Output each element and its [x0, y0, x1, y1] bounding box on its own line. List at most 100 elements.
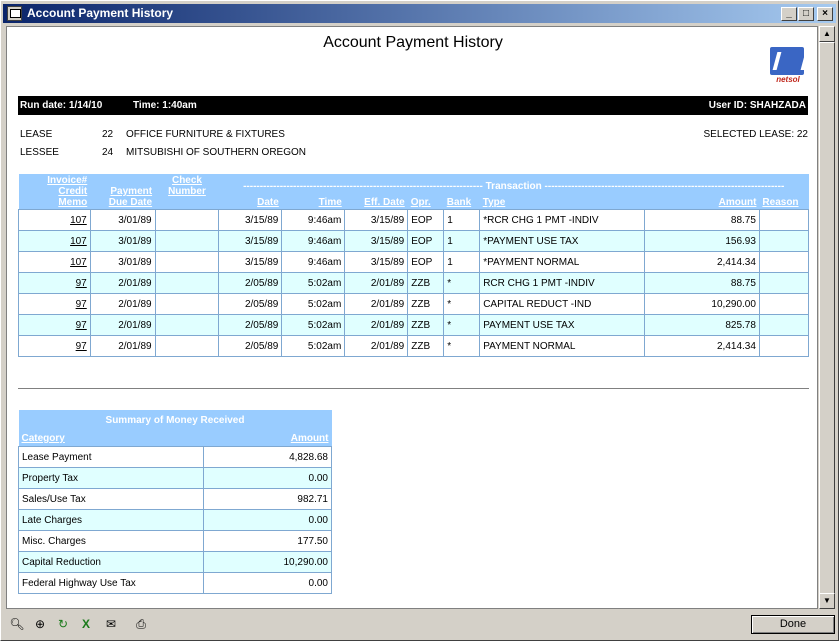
cell-opr: ZZB: [407, 293, 445, 315]
cell-type: PAYMENT NORMAL: [479, 335, 646, 357]
summary-category: Capital Reduction: [17, 551, 205, 573]
report-content: Account Payment History netsol Run date:…: [6, 26, 818, 609]
cell-date: 3/15/89: [218, 209, 283, 231]
print-icon[interactable]: ⎙: [131, 614, 151, 634]
col-invoice: Invoice# Credit Memo: [18, 174, 91, 210]
table-row: 107 3/01/89 3/15/89 9:46am 3/15/89 EOP 1 *PAYME…: [18, 251, 810, 273]
selected-lease: SELECTED LEASE: 22: [703, 129, 809, 140]
app-icon: [7, 6, 22, 21]
cell-opr: EOP: [407, 251, 445, 273]
cell-eff: 3/15/89: [344, 230, 409, 252]
cell-type: *PAYMENT NORMAL: [479, 251, 646, 273]
summary-category: Misc. Charges: [17, 530, 205, 552]
cell-time: 9:46am: [281, 230, 346, 252]
table-row: 97 2/01/89 2/05/89 5:02am 2/01/89 ZZB * CAPITAL…: [18, 293, 810, 315]
summary-title: Summary of Money Received: [18, 410, 332, 431]
cell-type: PAYMENT USE TAX: [479, 314, 646, 336]
summary-amount: 982.71: [203, 488, 332, 510]
run-date: Run date: 1/14/10: [20, 100, 103, 111]
col-date: Date: [218, 192, 282, 210]
summary-row: Lease Payment 4,828.68: [17, 446, 332, 468]
summary-category: Late Charges: [17, 509, 205, 531]
invoice-link[interactable]: 107: [18, 251, 91, 273]
cell-reason: [758, 293, 810, 315]
cell-opr: ZZB: [407, 314, 445, 336]
run-info-bar: Run date: 1/14/10 Time: 1:40am User ID: …: [18, 96, 808, 115]
col-opr: Opr.: [407, 192, 444, 210]
cell-bank: 1: [443, 209, 481, 231]
summary-amount: 177.50: [203, 530, 332, 552]
cell-bank: *: [443, 272, 481, 294]
excel-icon[interactable]: X: [76, 614, 96, 634]
summary-col-category: Category: [18, 431, 204, 447]
scroll-thumb[interactable]: [819, 42, 835, 598]
cell-check: [154, 209, 220, 231]
cell-amount: 156.93: [644, 230, 760, 252]
refresh-icon[interactable]: ↻: [53, 614, 73, 634]
summary-amount: 4,828.68: [203, 446, 332, 468]
col-reason: Reason: [759, 192, 809, 210]
invoice-link[interactable]: 107: [18, 230, 91, 252]
table-row: 97 2/01/89 2/05/89 5:02am 2/01/89 ZZB * RCR CHG…: [18, 272, 810, 294]
col-bank: Bank: [443, 192, 480, 210]
summary-category: Property Tax: [17, 467, 205, 489]
col-type: Type: [479, 192, 645, 210]
invoice-link[interactable]: 97: [18, 314, 91, 336]
invoice-link[interactable]: 97: [18, 293, 91, 315]
zoom-in-icon[interactable]: ⊕: [30, 614, 50, 634]
summary-row: Late Charges 0.00: [17, 509, 332, 531]
cell-reason: [758, 230, 810, 252]
close-button[interactable]: ×: [817, 7, 833, 21]
cell-date: 2/05/89: [218, 314, 283, 336]
cell-bank: *: [443, 293, 481, 315]
vertical-scrollbar[interactable]: ▲ ▼: [818, 26, 835, 609]
summary-category: Lease Payment: [17, 446, 205, 468]
cell-time: 5:02am: [281, 293, 346, 315]
transaction-group-header: ----------------------------------------…: [218, 174, 809, 193]
lease-row: LEASE 22 OFFICE FURNITURE & FIXTURES SEL…: [7, 129, 817, 143]
cell-time: 9:46am: [281, 209, 346, 231]
lease-description: OFFICE FURNITURE & FIXTURES: [126, 129, 285, 140]
table-row: 107 3/01/89 3/15/89 9:46am 3/15/89 EOP 1 *RCR C…: [18, 209, 810, 231]
cell-time: 5:02am: [281, 272, 346, 294]
cell-check: [154, 251, 220, 273]
minimize-button[interactable]: _: [781, 7, 797, 21]
cell-amount: 10,290.00: [644, 293, 760, 315]
scroll-up-arrow[interactable]: ▲: [819, 26, 835, 42]
transactions-table: Invoice# Credit Memo Payment Due Date Ch…: [18, 174, 810, 357]
summary-table: Summary of Money Received Category Amoun…: [17, 410, 332, 594]
cell-check: [154, 230, 220, 252]
cell-date: 3/15/89: [218, 251, 283, 273]
summary-row: Property Tax 0.00: [17, 467, 332, 489]
section-divider: [18, 388, 809, 390]
col-eff-date: Eff. Date: [344, 192, 408, 210]
cell-bank: 1: [443, 251, 481, 273]
cell-type: CAPITAL REDUCT -IND: [479, 293, 646, 315]
cell-date: 3/15/89: [218, 230, 283, 252]
cell-reason: [758, 209, 810, 231]
zoom-out-icon[interactable]: 🔍︎: [7, 614, 27, 634]
cell-due: 2/01/89: [89, 335, 156, 357]
maximize-button[interactable]: □: [798, 7, 814, 21]
col-amount: Amount: [644, 192, 760, 210]
summary-row: Misc. Charges 177.50: [17, 530, 332, 552]
run-time: Time: 1:40am: [133, 100, 197, 111]
title-bar[interactable]: Account Payment History _ □ ×: [3, 4, 836, 23]
done-button[interactable]: Done: [751, 615, 835, 634]
report-window: Account Payment History _ □ × Account Pa…: [0, 0, 839, 641]
export-icon[interactable]: ✉: [101, 614, 121, 634]
cell-date: 2/05/89: [218, 293, 283, 315]
cell-opr: ZZB: [407, 335, 445, 357]
cell-eff: 2/01/89: [344, 272, 409, 294]
invoice-link[interactable]: 97: [18, 272, 91, 294]
cell-eff: 3/15/89: [344, 209, 409, 231]
scroll-down-arrow[interactable]: ▼: [819, 593, 835, 609]
invoice-link[interactable]: 97: [18, 335, 91, 357]
cell-check: [154, 272, 220, 294]
cell-due: 3/01/89: [89, 230, 156, 252]
cell-reason: [758, 314, 810, 336]
summary-col-amount: Amount: [203, 431, 332, 447]
cell-date: 2/05/89: [218, 272, 283, 294]
col-time: Time: [281, 192, 345, 210]
invoice-link[interactable]: 107: [18, 209, 91, 231]
